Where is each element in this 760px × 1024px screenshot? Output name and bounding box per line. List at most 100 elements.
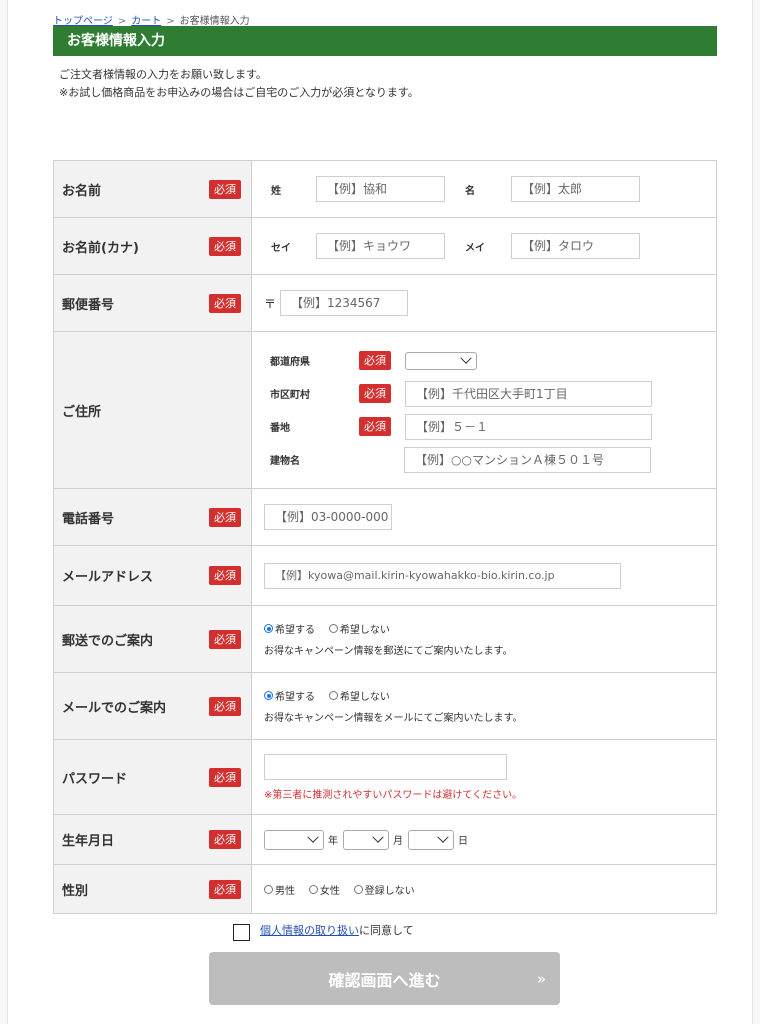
chevron-down-icon	[460, 352, 472, 364]
required-badge: 必須	[209, 507, 241, 527]
field-cell: 希望する 希望しない お得なキャンペーン情報を郵送にてご案内いたします。	[251, 605, 717, 673]
post-guide-yes-label: 希望する	[275, 625, 315, 636]
last-name-kana-input[interactable]: 【例】キョウワ	[316, 233, 445, 259]
block-input[interactable]: 【例】５－１	[405, 413, 652, 440]
label-cell: パスワード 必須	[53, 739, 252, 815]
email-label: メールアドレス	[62, 570, 154, 585]
label-cell: 電話番号 必須	[53, 488, 252, 546]
label-cell: メールでのご案内 必須	[53, 672, 252, 740]
page-title: お客様情報入力	[53, 26, 717, 56]
post-guide-no-radio[interactable]	[328, 624, 338, 633]
required-badge: 必須	[209, 830, 241, 849]
field-cell: 年 月 日	[251, 814, 717, 865]
field-cell: 姓 【例】協和 名 【例】太郎	[251, 160, 717, 218]
row-post-guide: 郵送でのご案内 必須 希望する 希望しない お得なキャンペーン情報を郵送にてご案内…	[53, 605, 717, 673]
password-input[interactable]	[264, 753, 507, 780]
building-input[interactable]: 【例】○○マンションＡ棟５０１号	[404, 446, 651, 473]
label-cell: 郵送でのご案内 必須	[53, 605, 252, 673]
name-label: お名前	[62, 183, 102, 199]
sei-label: 姓	[271, 185, 281, 197]
gender-none-label: 登録しない	[364, 885, 415, 897]
intro-text: ご注文者様情報の入力をお願い致します。 ※お試し価格商品をお申込みの場合はご自宅…	[53, 56, 717, 160]
left-frame	[0, 0, 8, 1024]
building-label: 建物名	[270, 456, 300, 467]
field-cell: 希望する 希望しない お得なキャンペーン情報をメールにてご案内いたします。	[251, 672, 717, 740]
kana-label: お名前(カナ)	[62, 240, 139, 256]
birth-month-select[interactable]	[343, 829, 389, 850]
chevron-down-icon	[372, 831, 384, 843]
required-badge: 必須	[209, 629, 241, 649]
birth-year-select[interactable]	[264, 829, 324, 850]
postal-code-input[interactable]: 【例】1234567	[280, 290, 408, 316]
gender-female-radio[interactable]	[308, 884, 318, 894]
phone-label: 電話番号	[62, 511, 115, 527]
field-cell: ※第三者に推測されやすいパスワードは避けてください。	[251, 739, 717, 815]
row-birthday: 生年月日 必須 年 月 日	[53, 814, 717, 865]
mei-label: 名	[465, 185, 475, 197]
breadcrumb-separator: >	[166, 16, 175, 27]
last-name-input[interactable]: 【例】協和	[316, 176, 445, 202]
row-password: パスワード 必須 ※第三者に推測されやすいパスワードは避けてください。	[53, 739, 717, 815]
required-badge: 必須	[209, 767, 241, 787]
row-postal: 郵便番号 必須 〒 【例】1234567	[53, 274, 717, 332]
prefecture-label: 都道府県	[270, 357, 310, 368]
post-guide-yes-radio[interactable]	[264, 624, 273, 633]
field-cell: 都道府県 必須 市区町村 必須 【例】千代田区大手町1丁目 番地 必須 【例】５…	[251, 331, 717, 489]
mail-guide-yes-label: 希望する	[275, 692, 315, 703]
label-cell: 郵便番号 必須	[53, 274, 252, 332]
confirm-button[interactable]: 確認画面へ進む »	[209, 952, 560, 1005]
agree-text: に同意して	[359, 923, 414, 937]
intro-line-1: ご注文者様情報の入力をお願い致します。	[59, 68, 267, 81]
row-phone: 電話番号 必須 【例】03-0000-000	[53, 488, 717, 546]
mei-kana-label: メイ	[465, 242, 485, 254]
required-badge: 必須	[209, 696, 241, 716]
post-guide-no-label: 希望しない	[339, 625, 390, 636]
confirm-button-label: 確認画面へ進む	[328, 970, 441, 990]
password-label: パスワード	[62, 771, 128, 787]
mail-guide-note: お得なキャンペーン情報をメールにてご案内いたします。	[264, 713, 523, 724]
customer-form: お名前 必須 姓 【例】協和 名 【例】太郎 お名前(カナ) 必須 セイ 【例】キョ…	[53, 160, 717, 914]
mail-guide-no-label: 希望しない	[339, 692, 390, 703]
phone-input[interactable]: 【例】03-0000-000	[264, 504, 392, 530]
row-name: お名前 必須 姓 【例】協和 名 【例】太郎	[53, 160, 717, 218]
required-badge: 必須	[359, 417, 391, 436]
city-input[interactable]: 【例】千代田区大手町1丁目	[405, 380, 652, 407]
required-badge: 必須	[359, 384, 391, 403]
birth-day-select[interactable]	[408, 829, 454, 850]
prefecture-select[interactable]	[405, 351, 477, 370]
required-badge: 必須	[209, 179, 241, 199]
breadcrumb: トップページ > カート > お客様情報入力	[53, 0, 717, 27]
row-mail-guide: メールでのご案内 必須 希望する 希望しない お得なキャンペーン情報をメールにてご…	[53, 672, 717, 740]
mail-guide-yes-radio[interactable]	[264, 691, 273, 700]
field-cell: セイ 【例】キョウワ メイ 【例】タロウ	[251, 217, 717, 275]
birthday-label: 生年月日	[62, 834, 115, 849]
label-cell: お名前 必須	[53, 160, 252, 218]
field-cell: 【例】kyowa@mail.kirin-kyowahakko-bio.kirin…	[251, 545, 717, 606]
email-input[interactable]: 【例】kyowa@mail.kirin-kyowahakko-bio.kirin…	[264, 562, 621, 589]
agree-checkbox[interactable]	[233, 924, 250, 941]
required-badge: 必須	[209, 566, 241, 585]
row-email: メールアドレス 必須 【例】kyowa@mail.kirin-kyowahakko…	[53, 545, 717, 606]
label-cell: メールアドレス 必須	[53, 545, 252, 606]
first-name-input[interactable]: 【例】太郎	[511, 176, 640, 202]
day-label: 日	[458, 836, 468, 847]
required-badge: 必須	[209, 236, 241, 256]
breadcrumb-current: お客様情報入力	[179, 16, 250, 27]
required-badge: 必須	[359, 351, 391, 370]
mail-guide-label: メールでのご案内	[62, 700, 167, 716]
first-name-kana-input[interactable]: 【例】タロウ	[511, 233, 640, 259]
row-kana: お名前(カナ) 必須 セイ 【例】キョウワ メイ 【例】タロウ	[53, 217, 717, 275]
gender-none-radio[interactable]	[353, 884, 363, 894]
privacy-policy-link[interactable]: 個人情報の取り扱い	[260, 922, 359, 938]
label-cell: お名前(カナ) 必須	[53, 217, 252, 275]
right-frame	[752, 0, 760, 1024]
agree-row: 個人情報の取り扱い に同意して	[233, 918, 414, 941]
postal-label: 郵便番号	[62, 297, 115, 313]
mail-guide-no-radio[interactable]	[328, 691, 338, 700]
year-label: 年	[328, 836, 338, 847]
double-chevron-right-icon: »	[536, 969, 546, 988]
gender-male-radio[interactable]	[264, 884, 273, 894]
field-cell: 〒 【例】1234567	[251, 274, 717, 332]
required-badge: 必須	[209, 293, 241, 313]
gender-male-label: 男性	[275, 885, 295, 897]
